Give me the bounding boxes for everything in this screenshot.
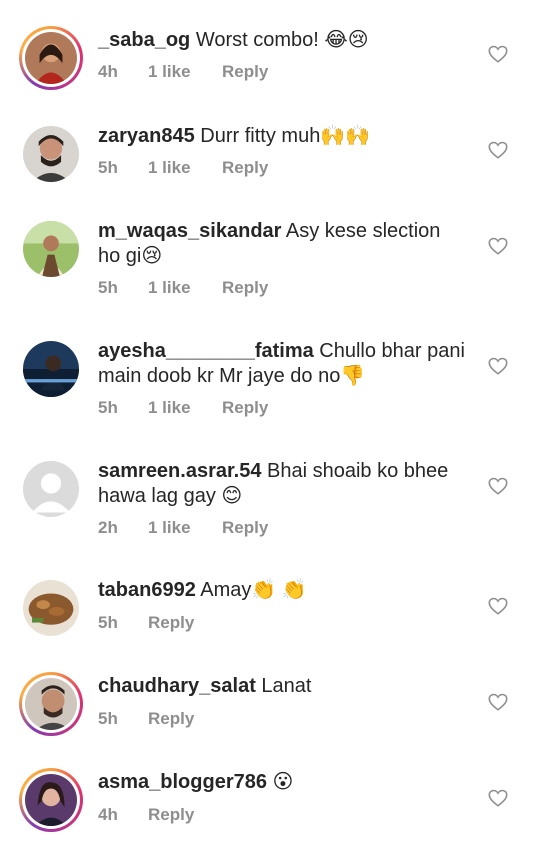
comment-likes[interactable]: 1 like: [148, 62, 222, 82]
avatar-wrap[interactable]: [23, 341, 79, 397]
comment-text: 😮: [266, 771, 294, 793]
comment-username[interactable]: m_waqas_sikandar: [98, 220, 281, 242]
comment-likes[interactable]: 1 like: [148, 398, 222, 418]
heart-outline-icon[interactable]: [487, 355, 509, 377]
avatar-wrap[interactable]: [23, 580, 79, 636]
heart-outline-icon[interactable]: [487, 595, 509, 617]
comment-username[interactable]: samreen.asrar.54: [98, 460, 261, 482]
comment-likes[interactable]: 1 like: [148, 278, 222, 298]
reply-button[interactable]: Reply: [222, 398, 268, 418]
comment-text: Amay👏 👏: [195, 579, 307, 601]
heart-outline-icon[interactable]: [487, 235, 509, 257]
comment-username[interactable]: asma_blogger786: [98, 771, 267, 793]
avatar: [23, 221, 79, 277]
reply-button[interactable]: Reply: [222, 62, 268, 82]
comment-text: Durr fitty muh🙌🙌: [194, 125, 371, 147]
comment-time: 5h: [98, 158, 118, 177]
comment-time: 4h: [98, 62, 118, 81]
comment-username[interactable]: zaryan845: [98, 125, 195, 147]
comment-time: 2h: [98, 518, 118, 537]
avatar: [23, 580, 79, 636]
avatar-wrap[interactable]: [23, 221, 79, 277]
reply-button[interactable]: Reply: [222, 158, 268, 178]
comment-username[interactable]: chaudhary_salat: [98, 675, 256, 697]
comment-text: Lanat: [255, 675, 312, 697]
avatar-wrap[interactable]: [23, 126, 79, 182]
reply-button[interactable]: Reply: [148, 613, 194, 633]
heart-outline-icon[interactable]: [487, 475, 509, 497]
avatar: [25, 678, 77, 730]
comment-username[interactable]: _saba_og: [98, 29, 190, 51]
reply-button[interactable]: Reply: [222, 278, 268, 298]
comment-time: 5h: [98, 398, 118, 417]
comment-text: Worst combo! 😂😢: [190, 29, 369, 51]
comment-username[interactable]: ayesha________fatima: [98, 340, 314, 362]
comment-time: 5h: [98, 278, 118, 297]
reply-button[interactable]: Reply: [148, 805, 194, 825]
comment-likes[interactable]: 1 like: [148, 158, 222, 178]
avatar: [25, 32, 77, 84]
comment-time: 5h: [98, 709, 118, 728]
reply-button[interactable]: Reply: [148, 709, 194, 729]
heart-outline-icon[interactable]: [487, 691, 509, 713]
comment-username[interactable]: taban6992: [98, 579, 196, 601]
heart-outline-icon[interactable]: [487, 139, 509, 161]
avatar-placeholder: [23, 461, 79, 517]
comment-time: 4h: [98, 805, 118, 824]
avatar-story-ring[interactable]: [19, 672, 83, 736]
avatar-story-ring[interactable]: [19, 26, 83, 90]
avatar: [23, 341, 79, 397]
comment-time: 5h: [98, 613, 118, 632]
avatar: [25, 774, 77, 826]
reply-button[interactable]: Reply: [222, 518, 268, 538]
heart-outline-icon[interactable]: [487, 43, 509, 65]
avatar: [23, 126, 79, 182]
heart-outline-icon[interactable]: [487, 787, 509, 809]
avatar-story-ring[interactable]: [19, 768, 83, 832]
avatar-wrap[interactable]: [23, 461, 79, 517]
comment-likes[interactable]: 1 like: [148, 518, 222, 538]
